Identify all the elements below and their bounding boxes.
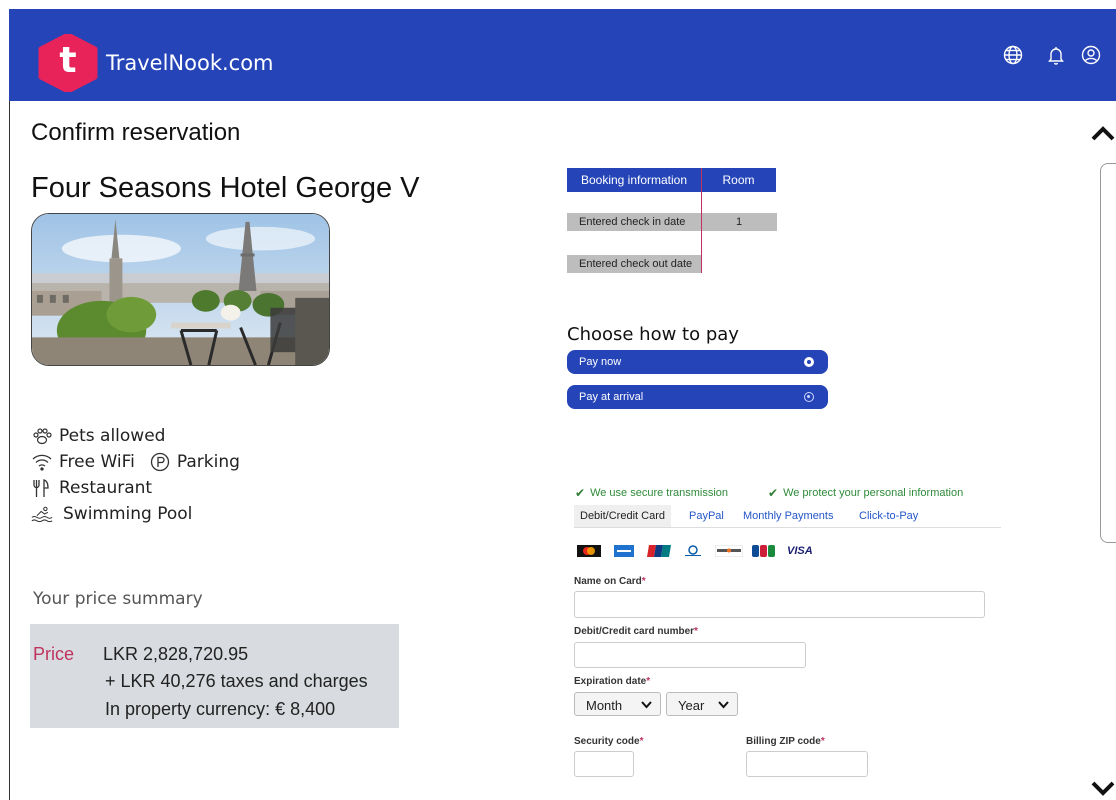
checkmark-icon: ✔ [768,486,779,500]
expiration-date-label: Expiration date* [574,676,650,687]
price-summary-title: Your price summary [33,589,203,609]
fork-knife-icon [31,478,53,498]
secure-transmission-text: We use secure transmission [590,487,729,499]
amenity-pets-label: Pets allowed [59,426,166,446]
privacy-text: We protect your personal information [783,487,964,499]
billing-zip-input[interactable] [746,751,868,777]
tab-monthly-payments[interactable]: Monthly Payments [743,505,833,527]
amenity-parking-label: Parking [176,452,240,472]
expiry-month-select[interactable]: Month [574,692,661,716]
name-on-card-label: Name on Card* [574,576,646,587]
card-number-input[interactable] [574,642,806,668]
pay-at-arrival-option[interactable]: Pay at arrival [567,385,828,409]
tabs-underline [574,527,1001,528]
discover-icon [715,545,743,557]
page-title: Confirm reservation [31,119,241,146]
wifi-icon [31,452,53,472]
checkout-label: Entered check out date [567,255,701,273]
checkin-value: 1 [701,213,777,231]
amenity-restaurant: Restaurant [31,478,152,498]
privacy-note: ✔ We protect your personal information [768,486,963,500]
billing-zip-label: Billing ZIP code* [746,736,825,747]
expiry-month-value: Month [586,698,623,713]
required-mark: * [820,736,825,747]
name-on-card-label-text: Name on Card [574,576,642,587]
checkin-label: Entered check in date [567,213,701,231]
scroll-up-chevron-icon[interactable] [1090,124,1116,142]
security-code-label-text: Security code [574,736,640,747]
pay-at-arrival-radio[interactable] [804,392,814,402]
security-code-label: Security code* [574,736,644,747]
billing-zip-label-text: Billing ZIP code [746,736,821,747]
scroll-down-chevron-icon[interactable] [1090,780,1116,798]
amenity-wifi-parking: Free WiFi Parking [31,452,240,472]
tab-paypal[interactable]: PayPal [689,505,724,527]
amenity-pool-label: Swimming Pool [63,504,193,524]
bell-icon[interactable] [1045,44,1067,66]
globe-icon[interactable] [1002,44,1024,66]
secure-transmission-note: ✔ We use secure transmission [575,486,728,500]
name-on-card-input[interactable] [574,591,985,618]
expiry-year-value: Year [678,698,705,713]
price-taxes: + LKR 40,276 taxes and charges [105,671,368,691]
pay-now-radio[interactable] [804,357,814,367]
expiry-year-select[interactable]: Year [666,692,738,716]
brand-name[interactable]: TravelNook.com [106,51,274,75]
chevron-down-icon [641,700,652,709]
logo-letter: t [59,40,77,81]
unionpay-icon [647,545,671,557]
price-summary-box: Price LKR 2,828,720.95 + LKR 40,276 taxe… [30,624,399,728]
amenity-pets: Pets allowed [31,426,165,446]
paw-icon [31,426,53,446]
frame-border [9,101,10,800]
hotel-name: Four Seasons Hotel George V [31,172,420,204]
scrollbar-thumb[interactable] [1100,163,1116,543]
booking-info-header: Booking information [567,168,701,192]
table-divider [701,168,702,273]
logo[interactable]: t [37,34,99,92]
price-label: Price [33,644,75,664]
account-icon[interactable] [1080,44,1102,66]
card-number-label-text: Debit/Credit card number [574,626,695,637]
required-mark: * [694,626,698,637]
swimming-icon [31,504,57,524]
checkmark-icon: ✔ [575,486,586,500]
chevron-down-icon [718,700,729,709]
pay-now-option[interactable]: Pay now [567,350,828,374]
room-header: Room [701,168,776,192]
top-header: t TravelNook.com [9,9,1116,101]
pay-now-label: Pay now [579,356,622,368]
card-number-label: Debit/Credit card number* [574,626,698,637]
price-amount: LKR 2,828,720.95 [103,644,249,664]
required-mark: * [641,576,646,587]
jcb-icon [752,545,776,557]
amenity-wifi-label: Free WiFi [59,452,135,472]
price-property-currency: In property currency: € 8,400 [105,699,336,719]
visa-icon: VISA [787,545,813,557]
hotel-photo[interactable] [31,213,330,366]
tab-click-to-pay[interactable]: Click-to-Pay [859,505,918,527]
required-mark: * [639,736,644,747]
pay-at-arrival-label: Pay at arrival [579,391,644,403]
mastercard-icon [577,545,601,557]
amex-icon [614,545,634,557]
tab-debit-credit-card[interactable]: Debit/Credit Card [574,505,671,527]
expiration-date-label-text: Expiration date [574,676,647,687]
security-code-input[interactable] [574,751,634,777]
required-mark: * [646,676,651,687]
amenity-restaurant-label: Restaurant [59,478,153,498]
diners-club-icon [681,545,705,557]
choose-pay-title: Choose how to pay [567,324,739,345]
amenity-pool: Swimming Pool [31,504,192,524]
parking-icon [149,452,171,472]
